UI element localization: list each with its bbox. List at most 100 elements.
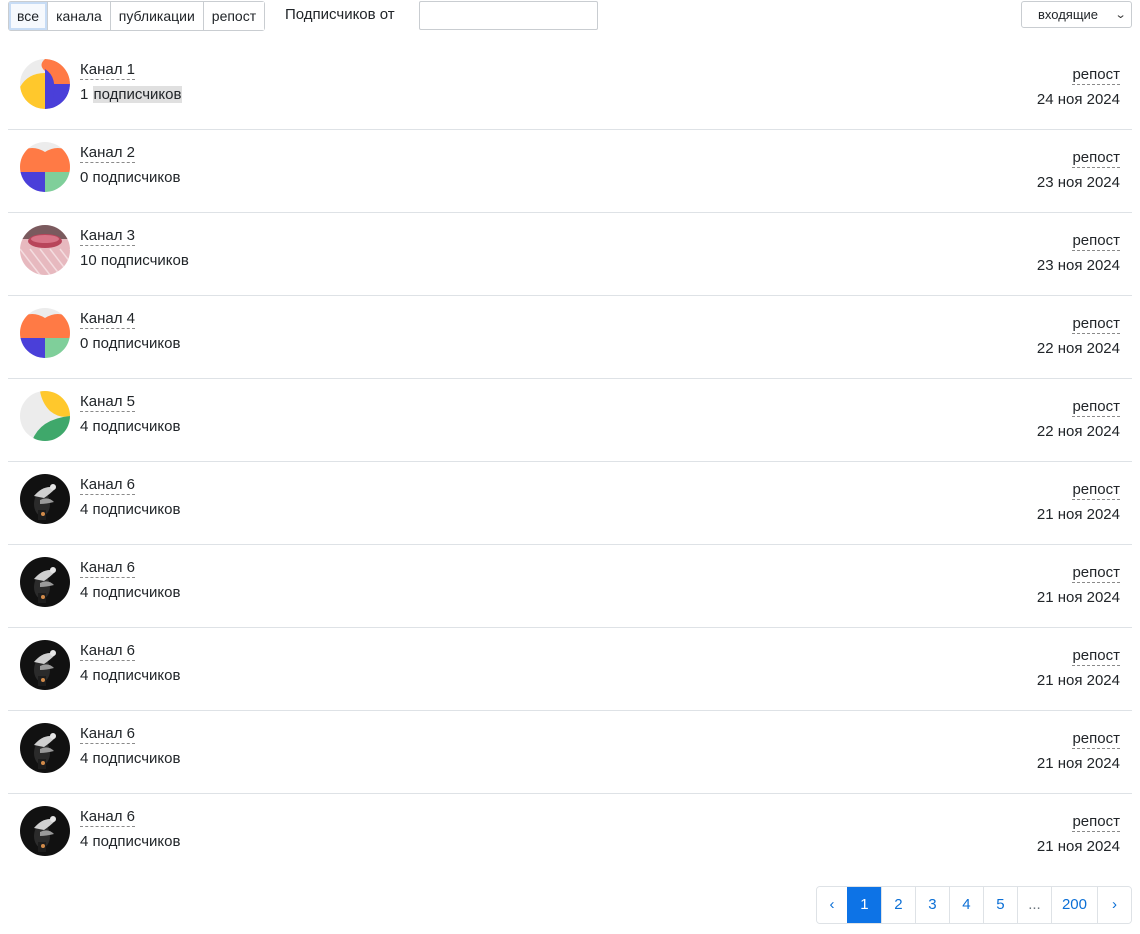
post-type-link[interactable]: репост [1072,564,1120,583]
subscriber-count: 10 подписчиков [80,251,189,270]
channel-name-link[interactable]: Канал 3 [80,227,135,246]
page-button-200[interactable]: 200 [1050,887,1097,923]
subscribers-from-input[interactable] [419,1,598,30]
subscriber-count-word: подписчиков [92,86,183,103]
list-item: Канал 2 0 подписчиков репост 23 ноя 2024 [8,130,1132,213]
avatar[interactable] [20,557,70,607]
subscriber-count-word: подписчиков [92,584,181,601]
page-button-1[interactable]: 1 [846,887,881,923]
subscriber-count-value: 10 [80,252,97,269]
channel-name-link[interactable]: Канал 6 [80,559,135,578]
page-ellipsis: ... [1016,887,1051,923]
direction-select-value: входящие [1038,7,1099,22]
page-button-2[interactable]: 2 [880,887,915,923]
channel-name-link[interactable]: Канал 6 [80,476,135,495]
subscriber-count: 0 подписчиков [80,168,180,187]
subscriber-count-value: 4 [80,833,89,850]
subscriber-count-word: подписчиков [100,252,189,269]
filter-all-button[interactable]: все [9,2,48,30]
subscriber-count-value: 4 [80,418,89,435]
post-type-link[interactable]: репост [1072,315,1120,334]
post-date: 23 ноя 2024 [1036,257,1120,274]
post-date: 21 ноя 2024 [1036,589,1120,606]
avatar[interactable] [20,640,70,690]
subscriber-count: 1 подписчиков [80,85,183,104]
page-button-5[interactable]: 5 [982,887,1017,923]
subscriber-count-word: подписчиков [92,501,181,518]
avatar[interactable] [20,806,70,856]
subscriber-count-value: 4 [80,667,89,684]
post-type-link[interactable]: репост [1072,813,1120,832]
post-date: 22 ноя 2024 [1036,340,1120,357]
list-item: Канал 6 4 подписчиков репост 21 ноя 2024 [8,794,1132,877]
subscriber-count-word: подписчиков [92,169,181,186]
avatar[interactable] [20,225,70,275]
chevron-down-icon: ⌄ [1114,9,1127,21]
channel-name-link[interactable]: Канал 2 [80,144,135,163]
post-type-link[interactable]: репост [1072,232,1120,251]
filter-channels-button[interactable]: канала [47,2,110,30]
filter-toolbar: все канала публикации репост Подписчиков… [8,1,1132,31]
subscriber-count-value: 4 [80,584,89,601]
post-date: 21 ноя 2024 [1036,755,1120,772]
next-page-button[interactable]: › [1097,887,1131,923]
list-item: Канал 1 1 подписчиков репост 24 ноя 2024 [8,47,1132,130]
post-type-link[interactable]: репост [1072,481,1120,500]
list-item: Канал 6 4 подписчиков репост 21 ноя 2024 [8,628,1132,711]
subscriber-count: 4 подписчиков [80,500,180,519]
list-item: Канал 6 4 подписчиков репост 21 ноя 2024 [8,711,1132,794]
subscribers-from-label: Подписчиков от [285,6,395,23]
subscriber-count: 4 подписчиков [80,583,180,602]
post-date: 22 ноя 2024 [1036,423,1120,440]
subscriber-count: 4 подписчиков [80,666,180,685]
channel-name-link[interactable]: Канал 6 [80,642,135,661]
list-item: Канал 6 4 подписчиков репост 21 ноя 2024 [8,462,1132,545]
subscriber-count-value: 0 [80,169,89,186]
subscriber-count-value: 1 [80,86,89,103]
repost-list: Канал 11 подписчиков репост 24 ноя 2024 Кан… [8,47,1132,877]
post-date: 21 ноя 2024 [1036,672,1120,689]
subscriber-count-value: 0 [80,335,89,352]
list-item: Канал 3 10 подписчиков репост 23 ноя 2024 [8,213,1132,296]
post-date: 21 ноя 2024 [1036,506,1120,523]
channel-name-link[interactable]: Канал 1 [80,61,135,80]
channel-name-link[interactable]: Канал 4 [80,310,135,329]
subscriber-count-value: 4 [80,501,89,518]
direction-select[interactable]: входящие ⌄ [1021,1,1132,28]
post-date: 21 ноя 2024 [1036,838,1120,855]
prev-page-button[interactable]: ‹ [816,887,847,923]
post-type-link[interactable]: репост [1072,647,1120,666]
avatar[interactable] [20,308,70,358]
post-type-link[interactable]: репост [1072,149,1120,168]
channel-name-link[interactable]: Канал 5 [80,393,135,412]
avatar[interactable] [20,391,70,441]
channel-name-link[interactable]: Канал 6 [80,808,135,827]
page-button-3[interactable]: 3 [914,887,949,923]
avatar[interactable] [20,59,70,109]
subscriber-count-value: 4 [80,750,89,767]
post-date: 24 ноя 2024 [1036,91,1120,108]
list-item: Канал 5 4 подписчиков репост 22 ноя 2024 [8,379,1132,462]
subscriber-count-word: подписчиков [92,667,181,684]
subscriber-count: 4 подписчиков [80,749,180,768]
subscriber-count-word: подписчиков [92,335,181,352]
page-button-4[interactable]: 4 [948,887,983,923]
avatar[interactable] [20,474,70,524]
subscriber-count-word: подписчиков [92,750,181,767]
filter-posts-button[interactable]: публикации [109,2,203,30]
post-type-link[interactable]: репост [1072,66,1120,85]
post-type-link[interactable]: репост [1072,398,1120,417]
subscriber-count-word: подписчиков [92,833,181,850]
list-item: Канал 6 4 подписчиков репост 21 ноя 2024 [8,545,1132,628]
type-filter-group: все канала публикации репост [8,1,266,31]
filter-reposts-button[interactable]: репост [202,2,265,30]
post-type-link[interactable]: репост [1072,730,1120,749]
avatar[interactable] [20,723,70,773]
post-date: 23 ноя 2024 [1036,174,1120,191]
channel-name-link[interactable]: Канал 6 [80,725,135,744]
pagination: ‹ 1 2 3 4 5... 200 › [815,886,1132,924]
avatar[interactable] [20,142,70,192]
subscriber-count-word: подписчиков [92,418,181,435]
subscriber-count: 4 подписчиков [80,832,180,851]
subscriber-count: 0 подписчиков [80,334,180,353]
